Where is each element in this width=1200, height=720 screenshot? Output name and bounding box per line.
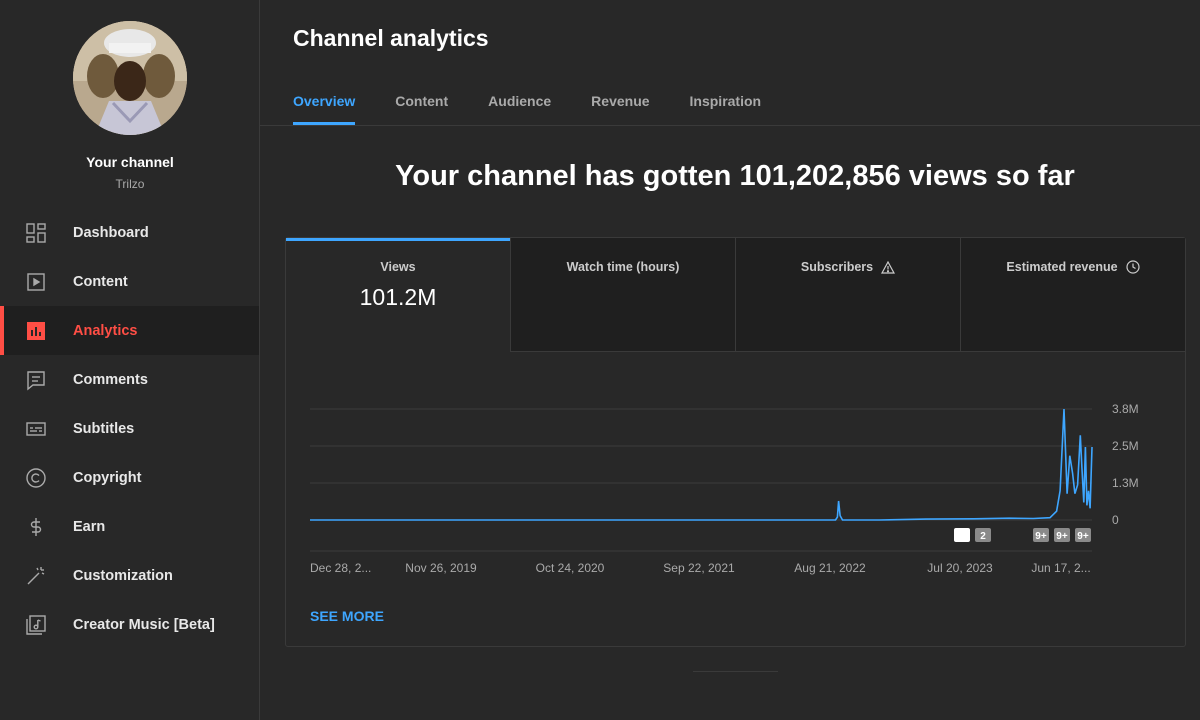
sidebar-item-label: Comments [73,371,148,388]
y-tick-label: 1.3M [1112,476,1139,490]
chart-marker[interactable]: 9+ [1075,528,1091,542]
tabs-divider [260,125,1200,126]
tab-inspiration[interactable]: Inspiration [690,85,762,125]
warning-icon [881,260,896,274]
metric-tab-watch-time[interactable]: Watch time (hours) [511,238,736,352]
metric-label: Views [380,260,416,274]
svg-text:9+: 9+ [1077,531,1089,542]
chart-marker[interactable]: 2 [975,528,991,542]
views-headline: Your channel has gotten 101,202,856 view… [395,160,1075,192]
sidebar-item-comments[interactable]: Comments [0,355,259,404]
sidebar-item-label: Customization [73,567,173,584]
svg-text:9+: 9+ [1035,531,1047,542]
sidebar-item-label: Content [73,273,128,290]
series-line-views [310,408,1093,521]
comments-icon [24,368,48,392]
metric-value: 101.2M [359,284,437,310]
sidebar-item-content[interactable]: Content [0,257,259,306]
sidebar-item-label: Earn [73,518,106,535]
sidebar-nav: Dashboard Content Analytics Comments Sub… [0,208,259,649]
see-more-button[interactable]: SEE MORE [310,608,384,624]
svg-text:9+: 9+ [1056,531,1068,542]
sidebar-item-dashboard[interactable]: Dashboard [0,208,259,257]
sidebar-item-label: Analytics [73,322,138,339]
analytics-tabs: Overview Content Audience Revenue Inspir… [293,85,801,125]
metrics-card: Views 101.2M Watch time (hours) Subscrib… [285,237,1186,647]
metric-label: Estimated revenue [1006,260,1118,274]
y-tick-label: 3.8M [1112,402,1139,416]
x-tick-label: Oct 24, 2020 [536,561,605,575]
music-icon [24,613,48,637]
bottom-divider [693,671,778,672]
channel-name: Your channel [86,154,174,170]
metric-label: Subscribers [800,260,874,274]
avatar-image [73,21,187,135]
dollar-icon [24,515,48,539]
sidebar-item-subtitles[interactable]: Subtitles [0,404,259,453]
metric-tab-subscribers[interactable]: Subscribers [736,238,961,352]
tab-audience[interactable]: Audience [488,85,551,125]
y-tick-label: 2.5M [1112,439,1139,453]
tab-content[interactable]: Content [395,85,448,125]
sidebar-item-creator-music[interactable]: Creator Music [Beta] [0,600,259,649]
sidebar-item-label: Copyright [73,469,142,486]
x-tick-label: Jul 20, 2023 [927,561,993,575]
sidebar-item-customization[interactable]: Customization [0,551,259,600]
x-tick-label: Dec 28, 2... [310,561,371,575]
clock-icon [1125,260,1140,274]
subtitles-icon [24,417,48,441]
metric-tab-views[interactable]: Views 101.2M [286,238,511,352]
svg-text:2: 2 [980,531,986,542]
x-tick-label: Nov 26, 2019 [405,561,477,575]
sidebar: Your channel Trilzo Dashboard Content An… [0,0,260,720]
sidebar-item-label: Dashboard [73,224,149,241]
page-title: Channel analytics [293,25,489,51]
chart-marker[interactable]: 9+ [1033,528,1049,542]
analytics-icon [24,319,48,343]
y-tick-label: 0 [1112,513,1119,527]
magic-wand-icon [24,564,48,588]
dashboard-icon [24,221,48,245]
sidebar-item-copyright[interactable]: Copyright [0,453,259,502]
chart-marker[interactable] [954,528,970,542]
copyright-icon [24,466,48,490]
sidebar-item-label: Subtitles [73,420,135,437]
metric-label: Watch time (hours) [566,260,680,274]
x-tick-label: Sep 22, 2021 [663,561,735,575]
x-tick-label: Jun 17, 2... [1031,561,1090,575]
tab-overview[interactable]: Overview [293,85,356,125]
views-line-chart[interactable]: 3.8M 2.5M 1.3M 0 Dec 28, 2... Nov 26, 2019 Oct… [286,352,1185,602]
metric-tab-estimated-revenue[interactable]: Estimated revenue [961,238,1185,352]
x-tick-label: Aug 21, 2022 [794,561,866,575]
sidebar-item-label: Creator Music [Beta] [73,616,215,633]
sidebar-item-analytics[interactable]: Analytics [0,306,259,355]
sidebar-item-earn[interactable]: Earn [0,502,259,551]
avatar[interactable] [73,21,187,135]
channel-handle: Trilzo [115,177,145,191]
chart-marker[interactable]: 9+ [1054,528,1070,542]
tab-revenue[interactable]: Revenue [591,85,649,125]
metric-tabs: Views 101.2M Watch time (hours) Subscrib… [286,238,1185,352]
content-icon [24,270,48,294]
